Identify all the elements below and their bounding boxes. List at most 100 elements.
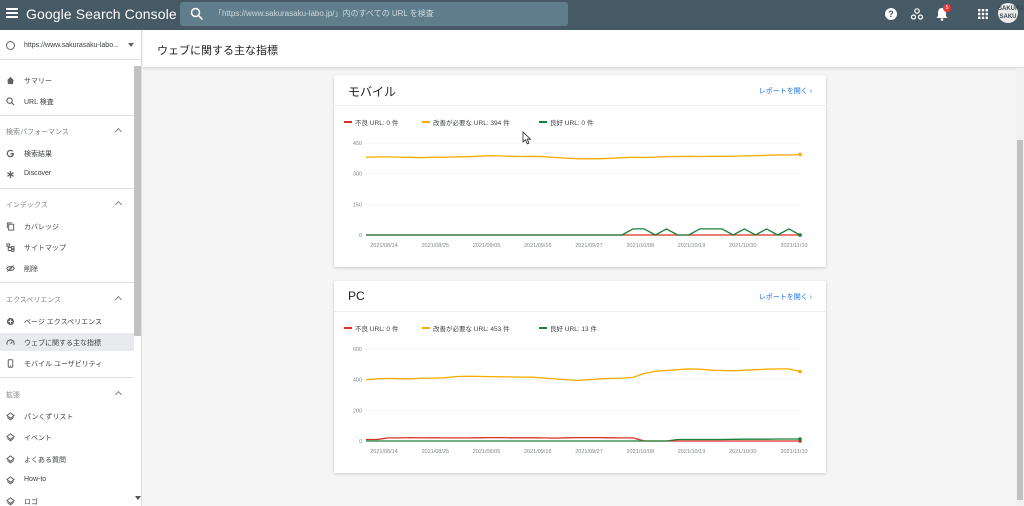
main-scrollbar-thumb[interactable] — [1017, 140, 1023, 500]
mobile-chart: 0 150 300 450 2021/08/14 2021/08/25 2021/09/05… — [353, 141, 808, 249]
sidebar-item-label: カバレッジ — [24, 224, 59, 231]
sidebar-item-removals[interactable]: 削除 — [0, 259, 134, 277]
x-tick-label: 2021/08/14 — [370, 449, 398, 455]
page-title: ウェブに関する主な指標 — [157, 45, 278, 57]
search-icon — [190, 7, 204, 21]
x-tick-label: 2021/09/16 — [524, 449, 552, 455]
help-icon[interactable]: ? — [884, 7, 898, 21]
y-tick-label: 200 — [353, 408, 362, 414]
series-end-point — [798, 233, 802, 237]
search-input[interactable]: 「https://www.sakurasaku-labo.jp/」内のすべての … — [214, 8, 434, 19]
plus-circle-icon — [6, 317, 15, 326]
scroll-down-arrow-icon[interactable] — [135, 496, 141, 500]
section-enhancements[interactable]: 拡張 — [0, 388, 134, 402]
sidebar-item-core-web-vitals[interactable]: ウェブに関する主な指標 — [0, 333, 134, 351]
legend-good[interactable]: 良好 URL: 13 件 — [539, 323, 597, 333]
y-tick-label: 0 — [359, 233, 362, 239]
divider — [0, 377, 134, 378]
x-tick-label: 2021/08/25 — [421, 449, 449, 455]
y-tick-label: 150 — [353, 202, 362, 208]
divider — [0, 115, 134, 116]
section-title: インデックス — [6, 202, 48, 209]
sidebar-item-label: ウェブに関する主な指標 — [24, 340, 101, 347]
mobile-card: モバイル レポートを開く › 不良 URL: 0 件 改善が必要な URL: 3… — [334, 75, 826, 267]
series-line — [366, 228, 801, 236]
sidebar-item-search-results[interactable]: 検索結果 — [0, 144, 134, 162]
legend-poor[interactable]: 不良 URL: 0 件 — [344, 117, 398, 127]
legend-label: 不良 URL: 0 件 — [355, 326, 399, 333]
sidebar: https://www.sakurasaku-labo... サマリー URL … — [0, 30, 142, 506]
layers-icon — [6, 497, 15, 506]
y-tick-label: 600 — [353, 347, 362, 353]
x-tick-label: 2021/09/16 — [524, 243, 552, 249]
sidebar-item-breadcrumbs[interactable]: パンくずリスト — [0, 407, 134, 425]
layers-icon — [6, 476, 15, 485]
section-search-performance[interactable]: 検索パフォーマンス — [0, 125, 134, 139]
legend-needs-improvement[interactable]: 改善が必要な URL: 394 件 — [422, 117, 510, 127]
open-report-link[interactable]: レポートを開く › — [759, 86, 812, 96]
menu-icon[interactable] — [6, 8, 18, 20]
legend-good[interactable]: 良好 URL: 0 件 — [539, 117, 593, 127]
layers-icon — [6, 412, 15, 421]
sidebar-item-faq[interactable]: よくある質問 — [0, 450, 134, 468]
sidebar-item-summary[interactable]: サマリー — [0, 71, 134, 89]
caret-down-icon — [128, 43, 134, 47]
sidebar-item-label: How-to — [24, 476, 47, 483]
section-title: 拡張 — [6, 392, 20, 399]
series-end-point — [798, 152, 802, 157]
sidebar-item-page-experience[interactable]: ページ エクスペリエンス — [0, 312, 134, 330]
property-selector[interactable]: https://www.sakurasaku-labo... — [0, 30, 141, 60]
account-avatar[interactable]: SAKURA SAKU — [998, 3, 1024, 23]
gauge-icon — [6, 339, 15, 345]
apps-grid-icon[interactable] — [976, 7, 990, 21]
x-tick-label: 2021/10/30 — [729, 243, 757, 249]
sidebar-item-events[interactable]: イベント — [0, 428, 134, 446]
sidebar-item-logo[interactable]: ロゴ — [0, 492, 134, 506]
sidebar-item-discover[interactable]: Discover — [0, 165, 134, 183]
x-tick-label: 2021/09/05 — [473, 243, 501, 249]
section-index[interactable]: インデックス — [0, 198, 134, 212]
chevron-up-icon — [114, 200, 123, 209]
section-title: 検索パフォーマンス — [6, 129, 69, 136]
sidebar-item-label: モバイル ユーザビリティ — [24, 361, 103, 368]
legend-poor[interactable]: 不良 URL: 0 件 — [344, 323, 398, 333]
sidebar-item-sitemaps[interactable]: サイトマップ — [0, 238, 134, 256]
manage-users-icon[interactable] — [910, 7, 924, 21]
sidebar-item-coverage[interactable]: カバレッジ — [0, 217, 134, 235]
sidebar-item-label: ロゴ — [24, 499, 38, 506]
x-tick-label: 2021/10/08 — [626, 449, 654, 455]
sidebar-item-label: Discover — [24, 170, 52, 177]
legend-needs-improvement[interactable]: 改善が必要な URL: 453 件 — [422, 323, 510, 333]
phone-icon — [7, 359, 14, 368]
layers-icon — [6, 455, 15, 464]
x-tick-label: 2021/09/05 — [473, 449, 501, 455]
sidebar-item-label: パンくずリスト — [24, 414, 74, 421]
sidebar-item-label: よくある質問 — [24, 457, 66, 464]
legend-label: 良好 URL: 13 件 — [550, 326, 597, 333]
mouse-cursor-icon — [522, 131, 532, 145]
sidebar-item-label: ページ エクスペリエンス — [24, 319, 102, 326]
legend-label: 改善が必要な URL: 394 件 — [433, 120, 510, 127]
property-url: https://www.sakurasaku-labo... — [24, 42, 119, 49]
divider — [334, 105, 826, 106]
sidebar-item-how-to[interactable]: How-to — [0, 471, 134, 489]
app-title[interactable]: Google Search Console — [26, 6, 177, 22]
property-icon — [6, 41, 15, 50]
url-inspection-search[interactable]: 「https://www.sakurasaku-labo.jp/」内のすべての … — [180, 2, 568, 26]
search-icon — [6, 97, 15, 106]
section-title: エクスペリエンス — [6, 297, 62, 304]
open-report-link[interactable]: レポートを開く › — [759, 292, 812, 302]
x-tick-label: 2021/09/27 — [575, 449, 603, 455]
open-report-label: レポートを開く — [758, 294, 808, 301]
sidebar-item-label: サイトマップ — [24, 245, 66, 252]
legend-label: 不良 URL: 0 件 — [355, 120, 399, 127]
section-experience[interactable]: エクスペリエンス — [0, 293, 134, 307]
x-tick-label: 2021/08/25 — [421, 243, 449, 249]
card-title: モバイル — [348, 85, 397, 99]
page-header: ウェブに関する主な指標 — [143, 30, 1024, 68]
chevron-up-icon — [114, 127, 123, 136]
sidebar-item-mobile-usability[interactable]: モバイル ユーザビリティ — [0, 354, 134, 372]
sidebar-scrollbar[interactable] — [134, 66, 141, 336]
y-tick-label: 300 — [353, 172, 362, 178]
sidebar-item-url-inspection[interactable]: URL 検査 — [0, 92, 134, 110]
